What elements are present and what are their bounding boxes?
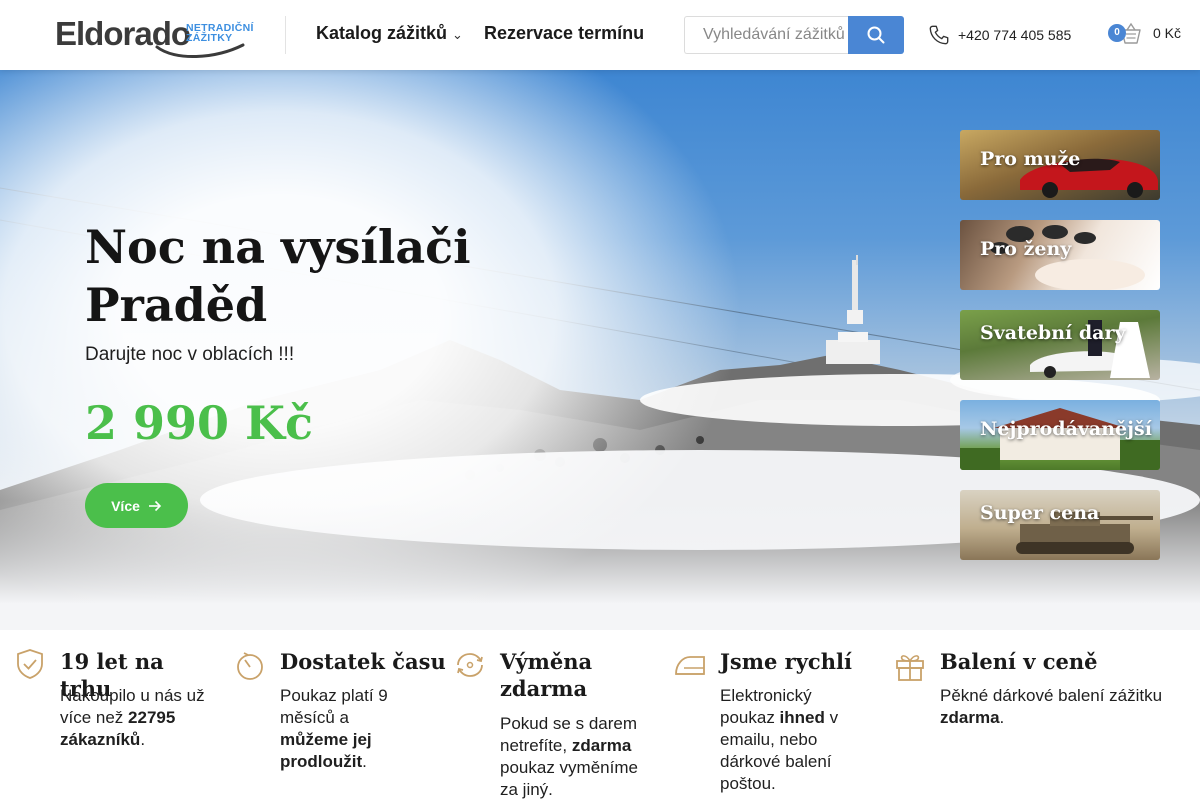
feature-text-bold: ihned — [779, 708, 825, 727]
tile-nejprodavanejsi[interactable]: Nejprodávanější — [960, 400, 1160, 470]
speedometer-icon — [675, 656, 705, 675]
feature-text: Nakoupilo u nás už více než 22795 zákazn… — [60, 685, 220, 751]
arrow-right-icon — [148, 500, 162, 511]
search-button[interactable] — [848, 16, 904, 54]
tile-label: Pro ženy — [980, 238, 1072, 260]
wedding-car-image — [1030, 320, 1150, 378]
feature-text: Elektronický poukaz ihned v emailu, nebo… — [720, 685, 870, 795]
tank-image — [1016, 512, 1153, 554]
hero-banner: Noc na vysílači Praděd Darujte noc v obl… — [0, 70, 1200, 630]
feature-text-part: . — [999, 708, 1005, 727]
chevron-down-icon[interactable]: ⌄ — [452, 27, 463, 43]
feature-text: Pěkné dárkové balení zážitku zdarma. — [940, 685, 1185, 729]
shield-check-icon — [17, 649, 43, 679]
tile-pro-muze[interactable]: Pro muže — [960, 130, 1160, 200]
tile-label: Pro muže — [980, 148, 1081, 170]
tile-label: Nejprodávanější — [980, 418, 1152, 440]
feature-title: Jsme rychlí — [720, 649, 852, 674]
more-button[interactable]: Více — [85, 483, 188, 528]
nav-catalog[interactable]: Katalog zážitků — [316, 23, 447, 44]
site-header: Eldorado NETRADIČNÍ ZÁŽITKY Katalog záži… — [0, 0, 1200, 70]
feature-title: Dostatek času — [280, 649, 446, 674]
phone-icon — [929, 25, 949, 45]
feature-title: Výměna zdarma — [500, 649, 593, 701]
feature-text-bold: zdarma — [940, 708, 1000, 727]
header-divider — [285, 16, 286, 54]
feature-text: Pokud se s darem netrefíte, zdarma pouka… — [500, 713, 660, 801]
cart-total[interactable]: 0 Kč — [1153, 25, 1181, 41]
hero-subtitle: Darujte noc v oblacích !!! — [85, 344, 295, 365]
stopwatch-icon — [237, 652, 263, 680]
feature-text-bold: můžeme jej prodloužit — [280, 730, 372, 771]
feature-text-part: Pěkné dárkové balení zážitku — [940, 686, 1163, 705]
tile-svatebni-dary[interactable]: Svatební dary — [960, 310, 1160, 380]
feature-text: Poukaz platí 9 měsíců a můžeme jej prodl… — [280, 685, 420, 773]
feature-text-part: . — [140, 730, 146, 749]
feature-title: Balení v ceně — [940, 649, 1098, 674]
more-button-label: Více — [111, 497, 140, 514]
hero-price: 2 990 Kč — [85, 396, 314, 450]
tile-label: Svatební dary — [980, 322, 1126, 344]
feature-text-part: poukaz vyměníme za jiný. — [500, 758, 638, 799]
gift-icon — [896, 655, 924, 681]
logo[interactable]: Eldorado NETRADIČNÍ ZÁŽITKY — [55, 15, 255, 59]
cart-count-badge: 0 — [1108, 24, 1126, 42]
feature-text-bold: zdarma — [571, 736, 632, 755]
hero-title: Noc na vysílači Praděd — [85, 220, 471, 332]
phone-number[interactable]: +420 774 405 585 — [958, 27, 1071, 43]
tile-super-cena[interactable]: Super cena — [960, 490, 1160, 560]
search-bar — [684, 16, 904, 54]
logo-tagline: NETRADIČNÍ ZÁŽITKY — [186, 23, 254, 44]
nav-reservation[interactable]: Rezervace termínu — [484, 23, 644, 44]
exchange-icon — [457, 653, 483, 677]
search-icon — [867, 26, 885, 44]
tile-label: Super cena — [980, 502, 1100, 524]
search-input[interactable] — [684, 16, 849, 54]
logo-tag-line-2: ZÁŽITKY — [186, 32, 233, 44]
feature-text-part: Poukaz platí 9 měsíců a — [280, 686, 388, 727]
feature-text-part: . — [362, 752, 367, 771]
tile-pro-zeny[interactable]: Pro ženy — [960, 220, 1160, 290]
logo-swoosh-icon — [155, 43, 245, 58]
